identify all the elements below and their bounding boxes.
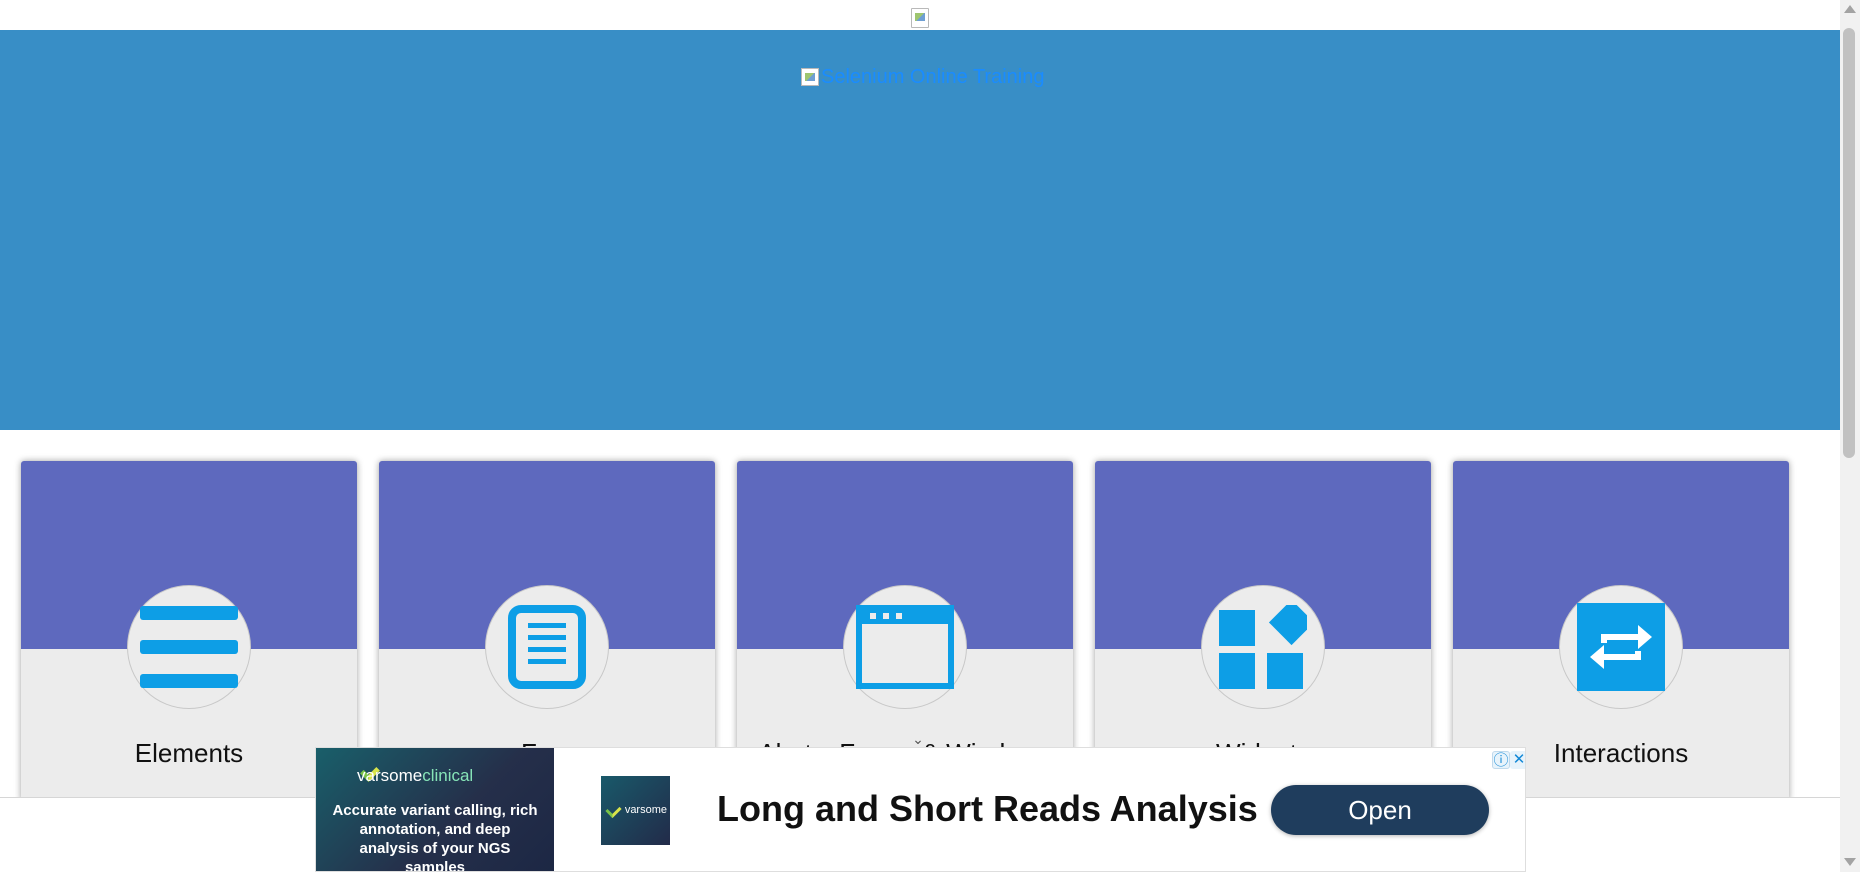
menu-lines-icon (127, 585, 251, 709)
info-icon[interactable]: ⓘ (1492, 751, 1510, 769)
varsome-thumbnail-logo[interactable]: varsome (601, 776, 670, 845)
ad-brand-logo: varsomeclinical (357, 765, 473, 787)
close-icon[interactable]: ✕ (1510, 751, 1525, 769)
ad-open-button[interactable]: Open (1271, 785, 1489, 835)
card-elements[interactable]: Elements (21, 461, 357, 801)
advertisement-banner[interactable]: varsomeclinical Accurate variant calling… (315, 747, 1526, 872)
browser-window-icon (843, 585, 967, 709)
brand-primary: varsome (357, 766, 423, 785)
vertical-scrollbar[interactable] (1840, 0, 1860, 872)
widgets-grid-icon (1201, 585, 1325, 709)
brand-secondary: clinical (422, 766, 474, 785)
thumb-brand: varsome (624, 804, 667, 816)
arrows-swap-icon (1559, 585, 1683, 709)
chevron-down-icon[interactable]: ⌄ (910, 732, 926, 746)
ad-left-panel[interactable]: varsomeclinical Accurate variant calling… (316, 748, 554, 872)
ad-headline[interactable]: Long and Short Reads Analysis (717, 785, 1258, 833)
card-title: Elements (134, 738, 244, 768)
scroll-down-arrow-icon[interactable] (1844, 858, 1856, 866)
ad-description: Accurate variant calling, rich annotatio… (332, 802, 538, 872)
scroll-up-arrow-icon[interactable] (1844, 5, 1856, 13)
scrollbar-thumb[interactable] (1843, 28, 1855, 458)
document-form-icon (485, 585, 609, 709)
